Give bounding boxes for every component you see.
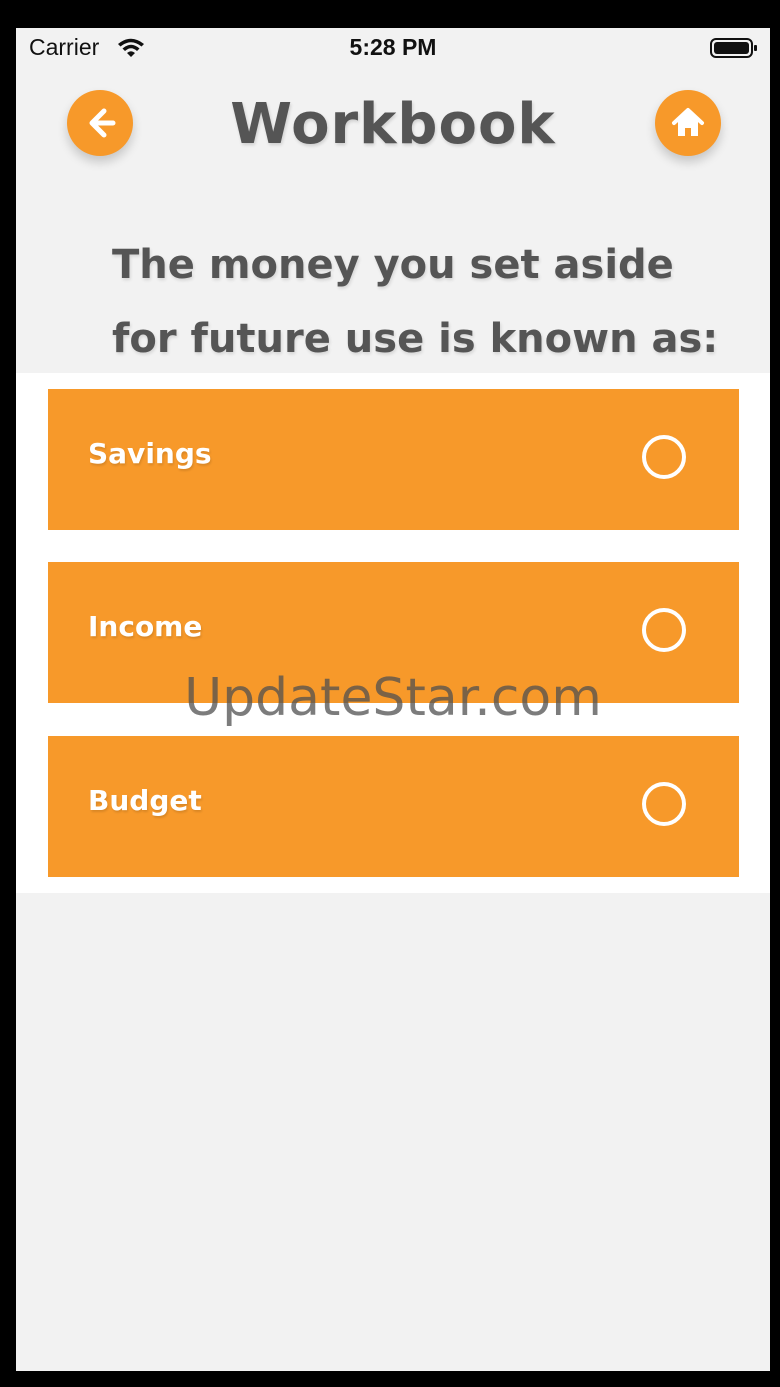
battery-icon	[710, 37, 758, 59]
option-income[interactable]: Income	[48, 562, 739, 703]
radio-button[interactable]	[642, 435, 686, 479]
app-screen: Carrier 5:28 PM Workbook The money you s…	[16, 28, 770, 1371]
status-time: 5:28 PM	[349, 34, 437, 60]
radio-button[interactable]	[642, 608, 686, 652]
question-text: The money you set aside for future use i…	[112, 242, 719, 362]
option-label: Budget	[88, 784, 202, 817]
option-savings[interactable]: Savings	[48, 389, 739, 530]
option-budget[interactable]: Budget	[48, 736, 739, 877]
home-button[interactable]	[655, 90, 721, 156]
home-icon	[670, 105, 706, 141]
option-label: Savings	[88, 437, 212, 470]
options-panel: Savings Income Budget	[16, 373, 770, 893]
header: Workbook	[16, 82, 770, 172]
radio-button[interactable]	[642, 782, 686, 826]
status-bar: Carrier 5:28 PM	[16, 28, 770, 70]
option-label: Income	[88, 610, 203, 643]
